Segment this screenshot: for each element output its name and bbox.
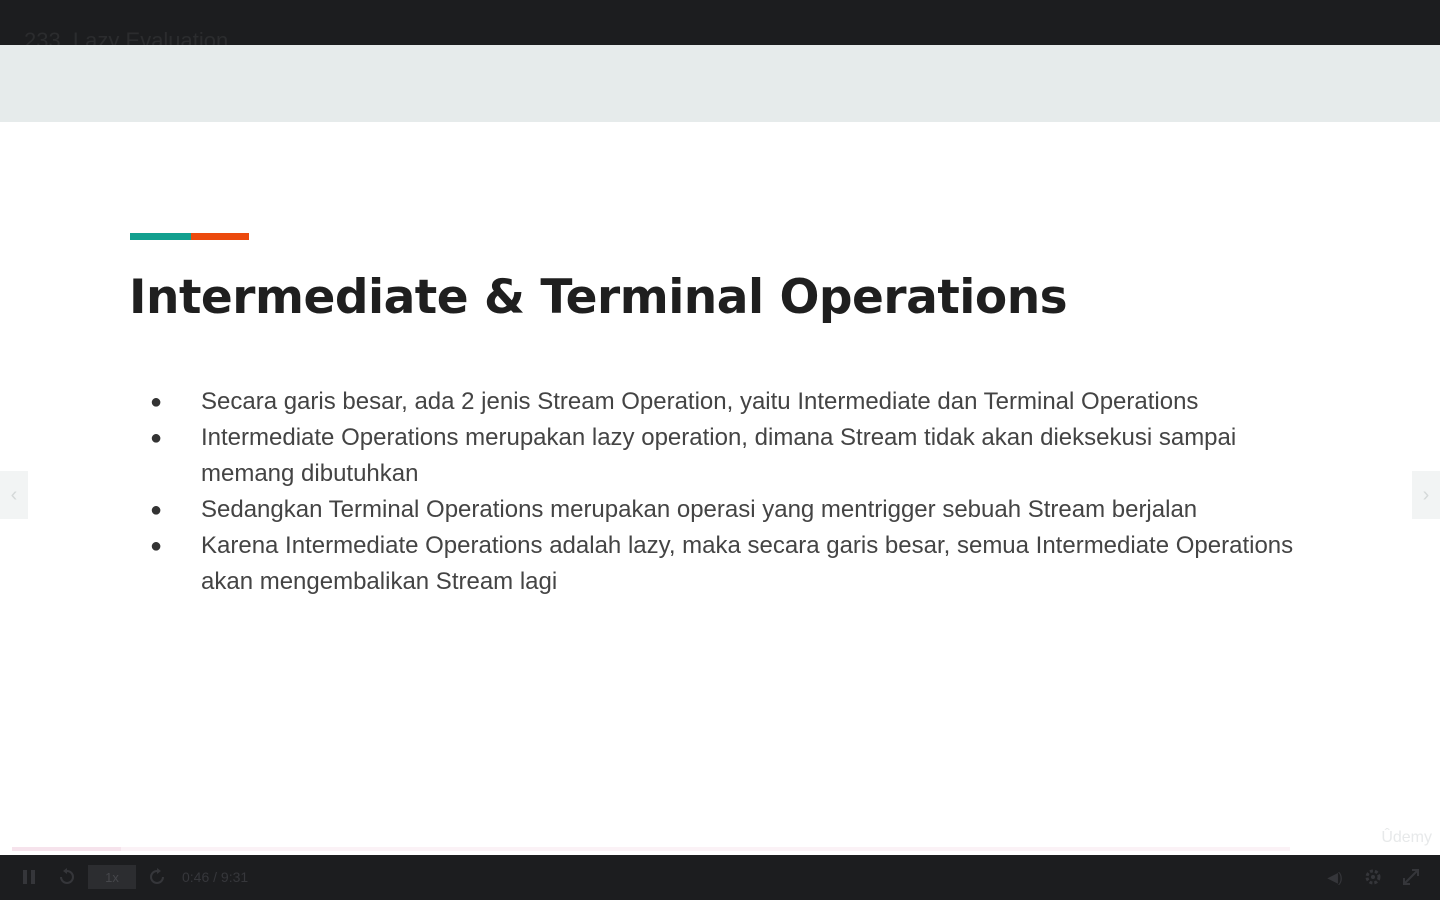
time-separator: / [213,869,218,885]
slide-title: Intermediate & Terminal Operations [129,270,1068,325]
volume-button[interactable]: ◀) [1324,865,1346,889]
bullet-dot: ● [150,535,163,557]
next-lecture-button[interactable]: › [1412,471,1440,519]
current-time: 0:46 [182,869,210,885]
bullet-text: Secara garis besar, ada 2 jenis Stream O… [201,388,1199,415]
player-control-bar: 1x 0:46 / 9:31 ◀) [0,855,1440,900]
accent-bar-teal [130,233,191,240]
chevron-left-icon: ‹ [10,483,18,506]
chevron-right-icon: › [1422,483,1430,506]
slide: Intermediate & Terminal Operations ● Sec… [0,45,1440,855]
duration: 9:31 [220,869,249,885]
fullscreen-button[interactable] [1400,865,1422,889]
play-pause-button[interactable] [18,865,40,889]
progress-fill [12,847,121,851]
bullet-item: ● Intermediate Operations merupakan lazy… [150,420,1320,492]
forward-5-icon [150,868,164,884]
bullet-item: ● Secara garis besar, ada 2 jenis Stream… [150,384,1320,420]
bullet-text: Karena Intermediate Operations adalah la… [201,532,1294,595]
progress-bar[interactable] [12,847,1290,851]
previous-lecture-button[interactable]: ‹ [0,471,28,519]
bullet-item: ● Karena Intermediate Operations adalah … [150,528,1320,600]
bullet-item: ● Sedangkan Terminal Operations merupaka… [150,492,1320,528]
rewind-button[interactable] [56,865,78,889]
gear-icon [1365,869,1381,885]
udemy-watermark: Ûdemy [1381,829,1432,846]
pause-icon [23,870,35,884]
settings-button[interactable] [1362,865,1384,889]
bullet-dot: ● [150,499,163,521]
volume-icon: ◀) [1327,868,1343,885]
playback-speed-button[interactable]: 1x [88,865,136,889]
rewind-5-icon [60,868,74,884]
bullet-dot: ● [150,427,163,449]
bullet-text: Sedangkan Terminal Operations merupakan … [201,496,1198,523]
bullet-text: Intermediate Operations merupakan lazy o… [201,424,1237,487]
bullet-dot: ● [150,391,163,413]
bullet-list: ● Secara garis besar, ada 2 jenis Stream… [150,384,1320,600]
expand-icon [1403,869,1419,885]
accent-bar-orange [191,233,249,240]
player-top-bar: 233. Lazy Evaluation [0,0,1440,53]
slide-header-band [0,45,1440,122]
time-display: 0:46 / 9:31 [182,865,248,889]
forward-button[interactable] [146,865,168,889]
